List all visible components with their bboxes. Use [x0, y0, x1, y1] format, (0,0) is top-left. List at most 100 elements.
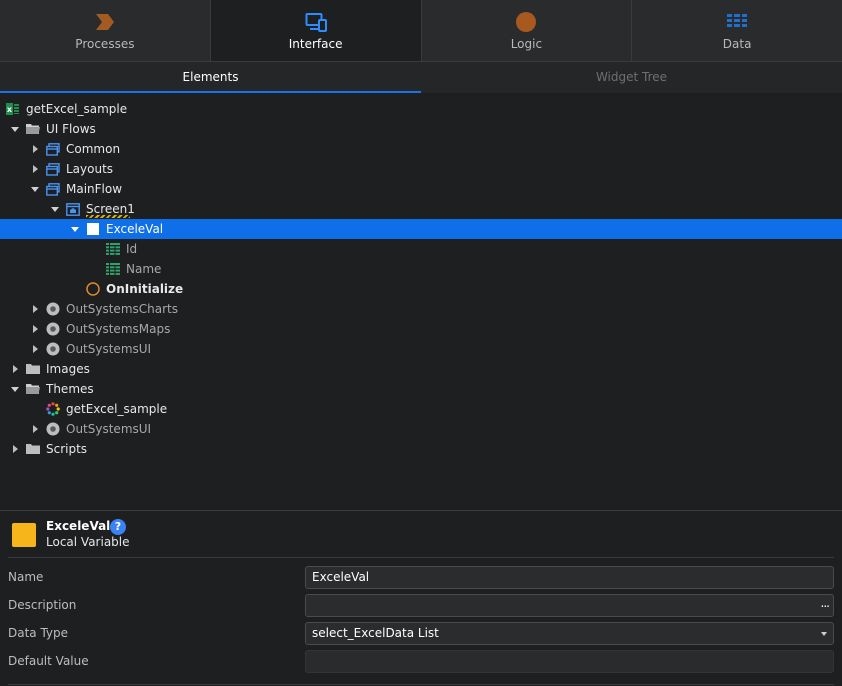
local-variable-icon	[86, 222, 100, 236]
tree-item-ui-flows[interactable]: UI Flows	[0, 119, 842, 139]
theme-palette-icon	[46, 402, 60, 416]
tree-item-name[interactable]: Name	[0, 259, 842, 279]
tree-label: Id	[126, 242, 138, 256]
tab-widget-tree[interactable]: Widget Tree	[421, 62, 842, 93]
tree-item-oninitialize[interactable]: OnInitialize	[0, 279, 842, 299]
module-reference-icon	[46, 302, 60, 316]
sub-tab-bar: Elements Widget Tree	[0, 62, 842, 93]
properties-subtitle: Local Variable	[46, 535, 130, 549]
local-variable-icon	[12, 523, 36, 547]
tree-label: OutSystemsUI	[66, 342, 152, 356]
tab-processes[interactable]: Processes	[0, 0, 211, 61]
help-icon[interactable]: ?	[110, 519, 126, 535]
tab-data[interactable]: Data	[632, 0, 842, 61]
attribute-grid-icon	[106, 262, 120, 276]
tree-item-theme-outsystemsui[interactable]: OutSystemsUI	[0, 419, 842, 439]
ui-flow-icon	[46, 142, 60, 156]
elements-tree: x getExcel_sample UI Flows Common Layout…	[0, 99, 842, 459]
expand-right-icon[interactable]	[29, 139, 41, 159]
properties-panel: ExceleVal ? Local Variable Name ExceleVa…	[0, 510, 842, 686]
divider	[8, 684, 834, 685]
interface-devices-icon	[304, 11, 328, 33]
property-label: Description	[8, 598, 77, 612]
processes-chevron-icon	[93, 11, 117, 33]
expand-down-icon[interactable]	[9, 379, 21, 399]
properties-title: ExceleVal	[46, 519, 111, 533]
expand-right-icon[interactable]	[29, 419, 41, 439]
warning-underline	[86, 215, 130, 218]
tree-label: getExcel_sample	[66, 402, 168, 416]
expand-down-icon[interactable]	[29, 179, 41, 199]
tree-label: OutSystemsMaps	[66, 322, 171, 336]
tree-label: OutSystemsUI	[66, 422, 152, 436]
module-reference-icon	[46, 322, 60, 336]
tree-label: OnInitialize	[106, 282, 184, 296]
tree-item-outsystemsui[interactable]: OutSystemsUI	[0, 339, 842, 359]
tree-item-scripts[interactable]: Scripts	[0, 439, 842, 459]
tab-label: Logic	[510, 37, 543, 51]
expand-right-icon[interactable]	[29, 299, 41, 319]
tree-item-root[interactable]: x getExcel_sample	[0, 99, 842, 119]
tree-label: Images	[46, 362, 90, 376]
tree-item-outsystemsmaps[interactable]: OutSystemsMaps	[0, 319, 842, 339]
tree-label: ExceleVal	[106, 222, 164, 236]
tree-label: Name	[126, 262, 162, 276]
tab-interface[interactable]: Interface	[210, 0, 422, 61]
module-reference-icon	[46, 342, 60, 356]
tree-item-layouts[interactable]: Layouts	[0, 159, 842, 179]
tab-label: Processes	[75, 37, 135, 51]
property-description-row: Description ...	[0, 594, 842, 618]
module-reference-icon	[46, 422, 60, 436]
tree-item-common[interactable]: Common	[0, 139, 842, 159]
folder-icon	[26, 442, 40, 456]
expand-right-icon[interactable]	[9, 439, 21, 459]
tab-elements[interactable]: Elements	[0, 62, 421, 93]
tree-label: Themes	[46, 382, 94, 396]
property-label: Name	[8, 570, 44, 584]
tree-label: Layouts	[66, 162, 114, 176]
ui-flow-icon	[46, 182, 60, 196]
default-value-input[interactable]	[305, 650, 834, 673]
tree-item-outsystemscharts[interactable]: OutSystemsCharts	[0, 299, 842, 319]
event-circle-icon	[86, 282, 100, 296]
property-label: Default Value	[8, 654, 89, 668]
folder-icon	[26, 362, 40, 376]
tree-item-screen1[interactable]: Screen1	[0, 199, 842, 219]
tab-logic[interactable]: Logic	[422, 0, 633, 61]
tab-label: Data	[722, 37, 752, 51]
tree-item-id[interactable]: Id	[0, 239, 842, 259]
tree-item-excelval[interactable]: ExceleVal	[0, 219, 842, 239]
svg-text:x: x	[7, 105, 13, 114]
tree-label: Scripts	[46, 442, 88, 456]
tree-label: OutSystemsCharts	[66, 302, 178, 316]
expand-down-icon[interactable]	[49, 199, 61, 219]
excel-file-icon: x	[6, 102, 20, 116]
expand-down-icon[interactable]	[9, 119, 21, 139]
property-name-row: Name ExceleVal	[0, 566, 842, 590]
tree-item-images[interactable]: Images	[0, 359, 842, 379]
data-type-select[interactable]: select_ExcelData List	[305, 622, 834, 645]
chevron-down-icon[interactable]	[821, 632, 827, 636]
tree-item-mainflow[interactable]: MainFlow	[0, 179, 842, 199]
properties-header: ExceleVal ? Local Variable	[0, 511, 842, 557]
name-input[interactable]: ExceleVal	[305, 566, 834, 589]
property-default-row: Default Value	[0, 650, 842, 674]
divider	[8, 557, 834, 558]
data-grid-icon	[725, 11, 749, 33]
property-datatype-row: Data Type select_ExcelData List	[0, 622, 842, 646]
ellipsis-button[interactable]: ...	[821, 596, 831, 610]
screen-home-icon	[66, 202, 80, 216]
folder-open-icon	[26, 122, 40, 136]
ui-flow-icon	[46, 162, 60, 176]
expand-down-icon[interactable]	[69, 219, 81, 239]
property-label: Data Type	[8, 626, 69, 640]
expand-right-icon[interactable]	[9, 359, 21, 379]
tree-item-theme-getexcel[interactable]: getExcel_sample	[0, 399, 842, 419]
expand-right-icon[interactable]	[29, 319, 41, 339]
description-input[interactable]: ...	[305, 594, 834, 617]
tab-label: Interface	[288, 37, 343, 51]
top-tab-bar: Processes Interface Logic Data	[0, 0, 842, 62]
expand-right-icon[interactable]	[29, 159, 41, 179]
tree-item-themes[interactable]: Themes	[0, 379, 842, 399]
expand-right-icon[interactable]	[29, 339, 41, 359]
